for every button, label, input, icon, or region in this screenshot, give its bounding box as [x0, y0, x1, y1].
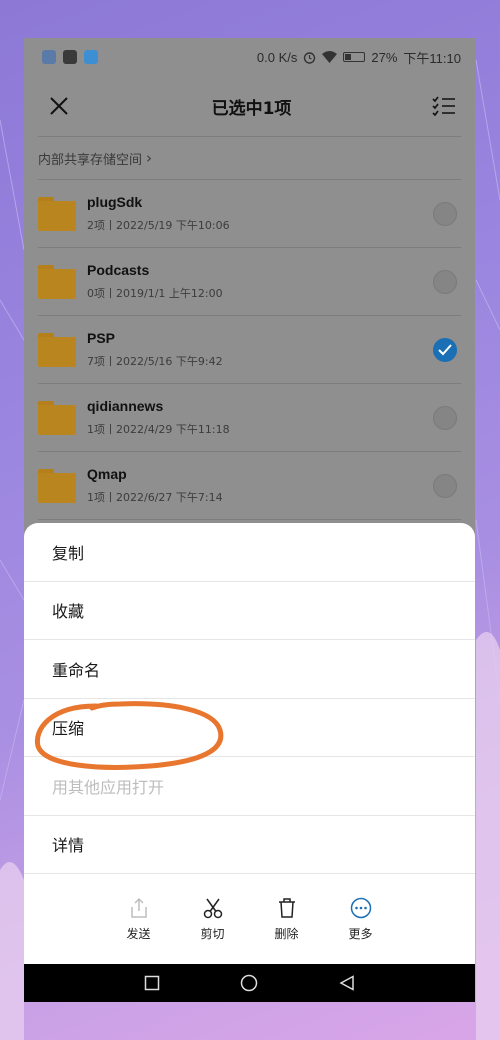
battery-icon [343, 52, 366, 62]
camera-app-icon [63, 50, 77, 64]
clock: 下午11:10 [403, 50, 461, 66]
select-checkbox[interactable] [433, 473, 457, 498]
more-button[interactable]: 更多 [343, 897, 379, 942]
send-label: 发送 [126, 926, 151, 941]
scissors-icon [203, 898, 222, 918]
delete-label: 删除 [274, 926, 299, 941]
app-icon-3 [84, 50, 98, 64]
action-sheet: 复制 收藏 重命名 压缩 用其他应用打开 详情 发送 剪切 删除 更多 [24, 523, 475, 964]
status-bar: 0.0 K/s 27% 下午11:10 [24, 38, 475, 76]
title-bar: 已选中1项 [24, 76, 475, 136]
file-meta: 1项丨2022/6/27 下午7:14 [87, 491, 223, 504]
file-meta: 0项丨2019/1/1 上午12:00 [87, 287, 223, 300]
home-icon[interactable] [240, 974, 258, 992]
list-item[interactable]: PSP 7项丨2022/5/16 下午9:42 [38, 316, 461, 384]
select-checkbox[interactable] [433, 405, 457, 430]
list-item[interactable]: qidiannews 1项丨2022/4/29 下午11:18 [38, 384, 461, 452]
menu-item-copy[interactable]: 复制 [24, 523, 475, 582]
more-label: 更多 [348, 926, 373, 941]
share-icon [130, 897, 147, 918]
folder-icon [38, 332, 76, 367]
recents-icon[interactable] [144, 975, 160, 991]
file-meta: 1项丨2022/4/29 下午11:18 [87, 423, 230, 436]
cut-button[interactable]: 剪切 [195, 897, 231, 942]
file-name: Podcasts [87, 262, 150, 278]
trash-icon [278, 897, 295, 918]
chevron-right-icon: › [146, 149, 153, 167]
select-all-icon[interactable] [431, 93, 457, 119]
file-meta: 2项丨2022/5/19 下午10:06 [87, 219, 230, 232]
menu-item-details[interactable]: 详情 [24, 816, 475, 874]
app-icon-1 [42, 50, 56, 64]
cut-label: 剪切 [200, 926, 225, 941]
breadcrumb-label: 内部共享存储空间 [38, 152, 143, 168]
battery-percent: 27% [371, 49, 398, 65]
list-item[interactable]: Qmap 1项丨2022/6/27 下午7:14 [38, 452, 461, 520]
file-meta: 7项丨2022/5/16 下午9:42 [87, 355, 223, 368]
select-checkbox[interactable] [433, 269, 457, 294]
send-button: 发送 [121, 897, 157, 942]
check-icon [438, 343, 452, 355]
list-item[interactable]: plugSdk 2项丨2022/5/19 下午10:06 [38, 180, 461, 248]
file-name: qidiannews [87, 398, 164, 414]
network-speed: 0.0 K/s [256, 49, 298, 65]
alarm-icon [304, 51, 316, 64]
phone-screen: 0.0 K/s 27% 下午11:10 已选中1项 内部共享存储空间 › plu… [24, 38, 475, 1002]
page-title: 已选中1项 [211, 98, 292, 119]
list-item[interactable]: Podcasts 0项丨2019/1/1 上午12:00 [38, 248, 461, 316]
bottom-action-bar: 发送 剪切 删除 更多 [24, 874, 475, 964]
folder-icon [38, 400, 76, 435]
close-icon[interactable] [46, 93, 72, 119]
menu-item-compress[interactable]: 压缩 [24, 699, 475, 757]
menu-item-rename[interactable]: 重命名 [24, 640, 475, 699]
folder-icon [38, 196, 76, 231]
select-checkbox-checked[interactable] [433, 337, 457, 362]
file-list: plugSdk 2项丨2022/5/19 下午10:06 Podcasts 0项… [38, 180, 461, 520]
menu-item-favorite[interactable]: 收藏 [24, 582, 475, 640]
folder-icon [38, 468, 76, 503]
menu-item-open-with: 用其他应用打开 [24, 757, 475, 816]
system-nav-bar [24, 964, 475, 1002]
file-name: Qmap [87, 466, 127, 482]
folder-icon [38, 264, 76, 299]
file-name: plugSdk [87, 194, 143, 210]
back-icon[interactable] [339, 975, 355, 991]
file-name: PSP [87, 330, 116, 346]
breadcrumb[interactable]: 内部共享存储空间 › [38, 136, 461, 180]
wifi-icon [322, 51, 338, 63]
delete-button[interactable]: 删除 [269, 897, 305, 942]
more-icon [350, 897, 371, 918]
select-checkbox[interactable] [433, 201, 457, 226]
